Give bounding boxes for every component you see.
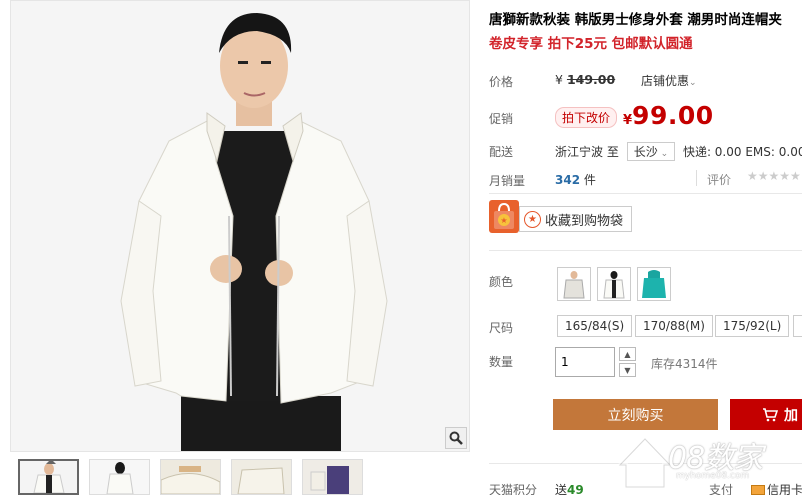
chevron-down-icon: ⌄ bbox=[657, 149, 669, 159]
product-image-panel bbox=[10, 0, 470, 452]
sales-count: 342 bbox=[555, 173, 581, 187]
city-select[interactable]: 长沙 ⌄ bbox=[626, 142, 676, 161]
ship-to-word: 至 bbox=[606, 145, 619, 159]
sales-label: 月销量 bbox=[489, 174, 526, 188]
size-label: 尺码 bbox=[489, 321, 514, 335]
cart-icon bbox=[763, 408, 778, 422]
color-option-2[interactable] bbox=[597, 267, 631, 301]
shop-promo-dropdown[interactable]: 店铺优惠⌄ bbox=[641, 72, 697, 89]
tmall-points: 送49 bbox=[555, 481, 584, 495]
shipping-label: 配送 bbox=[489, 145, 514, 159]
size-option-s[interactable]: 165/84(S) bbox=[557, 315, 633, 337]
original-price: ¥ 149.00 bbox=[555, 72, 615, 87]
shipping-fees: 快递: 0.00 EMS: 0.00 bbox=[682, 145, 802, 159]
size-option-xl[interactable]: 1 bbox=[793, 315, 802, 337]
star-icon: ★ bbox=[524, 210, 541, 228]
watermark-url: myhome08.com bbox=[676, 471, 750, 481]
thumbnail-strip bbox=[18, 459, 363, 495]
add-to-bag-button[interactable]: ★ 收藏到购物袋 bbox=[519, 206, 633, 232]
rating-stars[interactable]: ★★★★★ bbox=[747, 169, 801, 183]
quantity-decrease-button[interactable]: ▼ bbox=[619, 363, 636, 377]
product-title: 唐獅新款秋装 韩版男士修身外套 潮男时尚连帽夹 bbox=[489, 12, 782, 28]
tmall-points-label: 天猫积分 bbox=[489, 483, 538, 495]
shop-promo-label: 店铺优惠 bbox=[641, 74, 690, 88]
tmall-points-value: 49 bbox=[567, 483, 584, 495]
stock-count: 库存4314件 bbox=[651, 357, 718, 371]
svg-text:★: ★ bbox=[500, 216, 507, 225]
quantity-input[interactable] bbox=[555, 347, 615, 377]
buy-now-button[interactable]: 立刻购买 bbox=[553, 399, 718, 430]
monthly-sales: 342 件 bbox=[555, 171, 596, 188]
product-photo[interactable] bbox=[11, 1, 469, 451]
product-subtitle: 卷皮专享 拍下25元 包邮默认圆通 bbox=[489, 36, 693, 52]
credit-card-icon bbox=[751, 485, 765, 495]
promo-currency: ¥ bbox=[623, 113, 633, 128]
original-price-value: 149.00 bbox=[566, 72, 616, 87]
thumbnail-5[interactable] bbox=[302, 459, 363, 495]
ship-from: 浙江宁波 bbox=[555, 145, 604, 159]
tmall-prefix: 送 bbox=[555, 483, 568, 495]
sales-unit: 件 bbox=[583, 173, 596, 187]
currency-symbol: ¥ bbox=[555, 72, 563, 87]
color-option-3[interactable] bbox=[637, 267, 671, 301]
quantity-increase-button[interactable]: ▲ bbox=[619, 347, 636, 361]
shopping-bag-icon[interactable]: ★ bbox=[489, 200, 519, 233]
credit-card-option[interactable]: 信用卡 bbox=[751, 481, 802, 495]
credit-card-label: 信用卡 bbox=[767, 483, 802, 495]
color-option-1[interactable] bbox=[557, 267, 591, 301]
quantity-label: 数量 bbox=[489, 355, 514, 369]
zoom-button[interactable] bbox=[445, 427, 467, 449]
payment-label: 支付 bbox=[709, 483, 734, 495]
thumbnail-4[interactable] bbox=[231, 459, 292, 495]
product-info-panel: 唐獅新款秋装 韩版男士修身外套 潮男时尚连帽夹 卷皮专享 拍下25元 包邮默认圆… bbox=[489, 0, 802, 495]
chevron-down-icon: ⌄ bbox=[689, 78, 697, 88]
color-label: 颜色 bbox=[489, 275, 514, 289]
size-option-m[interactable]: 170/88(M) bbox=[635, 315, 713, 337]
thumbnail-2[interactable] bbox=[89, 459, 150, 495]
magnifier-icon bbox=[449, 431, 463, 445]
thumbnail-3[interactable] bbox=[160, 459, 221, 495]
size-option-l[interactable]: 175/92(L) bbox=[715, 315, 790, 337]
promo-price: ¥99.00 bbox=[623, 101, 714, 130]
review-label: 评价 bbox=[707, 173, 732, 187]
city-value: 长沙 bbox=[633, 145, 658, 159]
price-label: 价格 bbox=[489, 75, 514, 89]
divider bbox=[489, 250, 802, 251]
promo-label: 促销 bbox=[489, 112, 514, 126]
promo-price-value: 99.00 bbox=[632, 101, 714, 130]
divider bbox=[489, 193, 802, 194]
thumbnail-1[interactable] bbox=[18, 459, 79, 495]
add-to-cart-label: 加 bbox=[784, 408, 798, 424]
promo-badge: 拍下改价 bbox=[555, 107, 618, 128]
add-to-bag-label: 收藏到购物袋 bbox=[545, 213, 624, 229]
add-to-cart-button[interactable]: 加 bbox=[730, 399, 802, 430]
divider bbox=[696, 170, 697, 186]
shipping-info: 浙江宁波 至 长沙 ⌄ 快递: 0.00 EMS: 0.00 bbox=[555, 142, 802, 161]
